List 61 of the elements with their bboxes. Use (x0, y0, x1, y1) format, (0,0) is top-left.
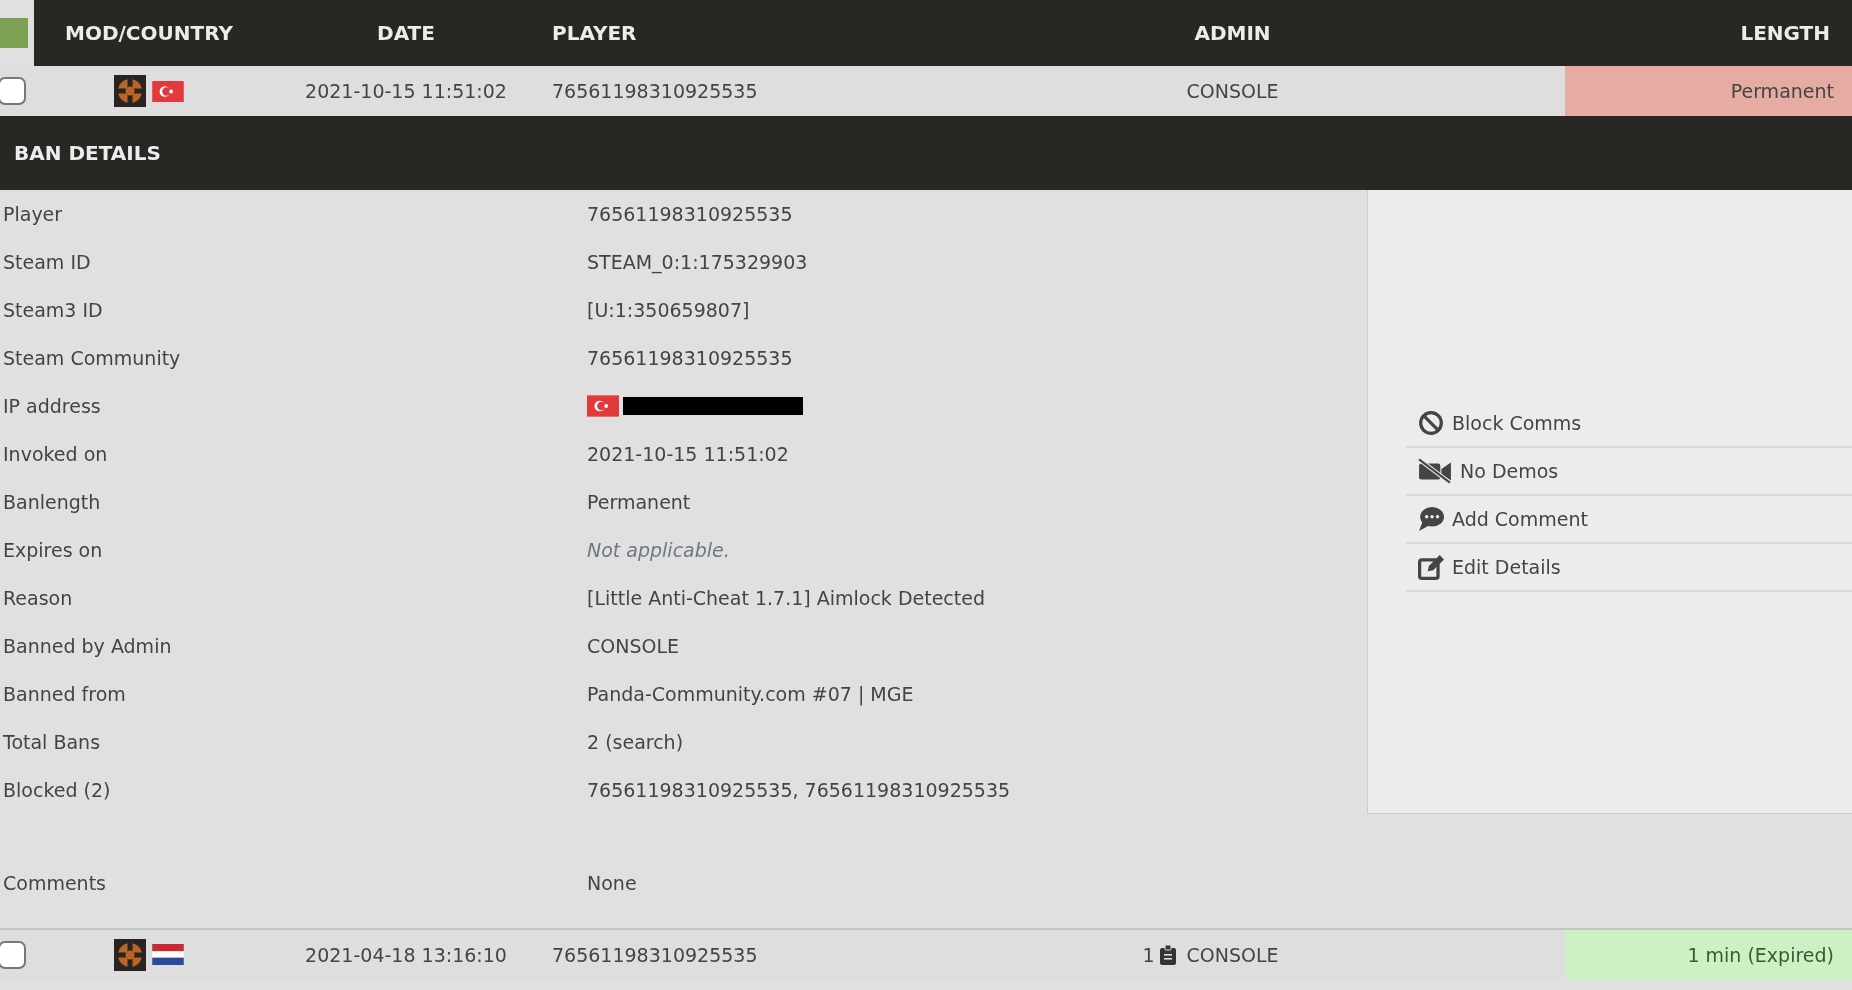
field-value: Panda-Community.com #07 | MGE (587, 683, 914, 705)
field-label: Invoked on (2, 443, 109, 465)
speech-bubble-icon (1418, 506, 1444, 532)
field-label: Total Bans (2, 731, 102, 753)
row-checkbox[interactable] (0, 77, 26, 105)
player-cell: 76561198310925535 (552, 943, 758, 966)
field-label: Banned by Admin (2, 635, 173, 657)
admin-cell: CONSOLE (1186, 80, 1279, 102)
field-value: Not applicable. (587, 539, 730, 561)
table-row[interactable]: 2021-04-18 13:16:10 76561198310925535 1 CONSOLE 1 min (Expired) (0, 929, 1852, 980)
field-label: Steam Community (2, 347, 182, 369)
date-cell: 2021-04-18 13:16:10 (305, 943, 507, 966)
field-label: IP address (2, 395, 102, 417)
field-label: Comments (2, 872, 107, 894)
row-checkbox[interactable] (0, 940, 26, 969)
field-value: 2 (search) (587, 731, 684, 753)
column-header: DATE (377, 21, 435, 45)
field-label: Reason (2, 587, 74, 609)
table-row[interactable]: 2021-10-15 11:51:02 76561198310925535 CONSOLE Permanent (0, 66, 1852, 116)
game-icon (114, 75, 146, 107)
admin-cell: CONSOLE (1186, 943, 1279, 966)
field-label: Expires on (2, 539, 104, 561)
field-value: [Little Anti-Cheat 1.7.1] Aimlock Detected (587, 587, 986, 609)
field-label: Steam ID (2, 251, 92, 273)
column-header: LENGTH (1740, 21, 1830, 45)
column-header: ADMIN (1194, 21, 1271, 45)
field-label: Blocked (2) (2, 779, 112, 801)
action-link[interactable]: No Demos (1406, 448, 1852, 496)
action-link[interactable]: Block Comms (1406, 400, 1852, 448)
field-value: 76561198310925535, 76561198310925535 (587, 779, 1011, 801)
field-label: Steam3 ID (2, 299, 104, 321)
section-header: BAN DETAILS (0, 116, 1852, 190)
edit-icon (1418, 554, 1444, 580)
field-value: 2021-10-15 11:51:02 (587, 443, 789, 465)
field-value: None (587, 872, 637, 894)
field-value: [U:1:350659807] (587, 299, 750, 321)
field-label: Banned from (2, 683, 127, 705)
field-label: Player (2, 203, 64, 225)
block-icon (1418, 410, 1444, 436)
field-value: 76561198310925535 (587, 203, 793, 225)
select-all-toggle[interactable] (0, 18, 28, 48)
field-value: Permanent (587, 491, 691, 513)
field-value: CONSOLE (587, 635, 680, 657)
game-icon (114, 938, 146, 971)
comment-count: 1 (1142, 943, 1155, 966)
flag-icon (587, 395, 619, 417)
flag-icon (152, 80, 184, 102)
video-off-icon (1418, 458, 1452, 484)
action-link[interactable]: Edit Details (1406, 544, 1852, 592)
field-label: Banlength (2, 491, 102, 513)
player-cell: 76561198310925535 (552, 80, 758, 102)
date-cell: 2021-10-15 11:51:02 (305, 80, 507, 102)
length-cell: Permanent (1565, 66, 1852, 116)
action-link[interactable]: Add Comment (1406, 496, 1852, 544)
field-value: STEAM_0:1:175329903 (587, 251, 808, 273)
column-header: PLAYER (552, 21, 637, 45)
column-header: MOD/COUNTRY (65, 21, 233, 45)
clipboard-icon (1160, 944, 1177, 965)
field-value: 76561198310925535 (587, 347, 793, 369)
length-cell: 1 min (Expired) (1565, 929, 1852, 980)
flag-icon (152, 944, 184, 965)
